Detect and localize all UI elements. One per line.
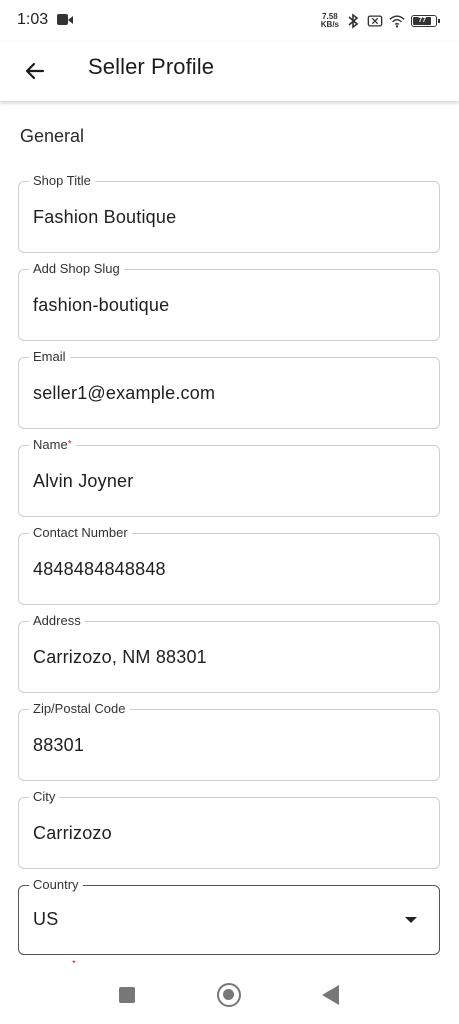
zip-code-label: Zip/Postal Code xyxy=(29,701,130,717)
required-mark: * xyxy=(67,439,72,450)
wifi-icon xyxy=(389,15,405,28)
name-field[interactable]: Name* xyxy=(18,437,440,517)
country-value: US xyxy=(33,909,59,929)
app-bar: Seller Profile xyxy=(0,42,459,101)
address-input[interactable] xyxy=(33,647,413,668)
country-label: Country xyxy=(29,877,83,893)
section-title-general: General xyxy=(20,126,85,146)
no-sim-icon xyxy=(367,15,383,27)
network-speed-unit: KB/s xyxy=(320,20,339,29)
network-speed: 7.58 KB/s xyxy=(321,13,339,29)
shop-slug-input[interactable] xyxy=(33,295,413,316)
shop-title-label: Shop Title xyxy=(29,173,95,189)
contact-number-field[interactable]: Contact Number xyxy=(18,525,440,605)
shop-title-input[interactable] xyxy=(33,207,413,228)
status-icons: 7.58 KB/s 77 xyxy=(321,10,440,32)
country-select[interactable]: Country US xyxy=(18,877,440,955)
city-label: City xyxy=(29,789,60,805)
status-bar: 1:03 7.58 KB/s 77 xyxy=(0,0,459,42)
contact-number-label: Contact Number xyxy=(29,525,132,541)
arrow-left-icon xyxy=(25,62,45,80)
profile-form: General Shop Title Add Shop Slug Email N… xyxy=(0,101,459,963)
page-title: Seller Profile xyxy=(88,54,215,79)
square-icon[interactable] xyxy=(119,987,135,1003)
caret-down-icon[interactable] xyxy=(405,917,417,923)
bluetooth-icon xyxy=(348,13,359,29)
battery-icon: 77 xyxy=(411,15,440,27)
city-input[interactable] xyxy=(33,823,413,844)
contact-number-input[interactable] xyxy=(33,559,413,580)
triangle-back-icon[interactable] xyxy=(322,985,339,1005)
system-nav-bar xyxy=(0,963,459,1024)
battery-level: 77 xyxy=(413,17,432,25)
city-field[interactable]: City xyxy=(18,789,440,869)
name-label-text: Name xyxy=(33,437,68,452)
email-label: Email xyxy=(29,349,70,365)
email-field[interactable]: Email xyxy=(18,349,440,429)
screen-record-icon xyxy=(57,14,73,25)
address-field[interactable]: Address xyxy=(18,613,440,693)
email-input[interactable] xyxy=(33,383,413,404)
shop-title-field[interactable]: Shop Title xyxy=(18,173,440,253)
zip-code-field[interactable]: Zip/Postal Code xyxy=(18,701,440,781)
status-time: 1:03 xyxy=(17,11,49,28)
name-input[interactable] xyxy=(33,471,413,492)
circle-icon[interactable] xyxy=(217,983,241,1007)
back-button[interactable] xyxy=(16,52,54,90)
name-label: Name* xyxy=(29,437,76,453)
address-label: Address xyxy=(29,613,85,629)
zip-code-input[interactable] xyxy=(33,735,413,756)
shop-slug-field[interactable]: Add Shop Slug xyxy=(18,261,440,341)
shop-slug-label: Add Shop Slug xyxy=(29,261,124,277)
